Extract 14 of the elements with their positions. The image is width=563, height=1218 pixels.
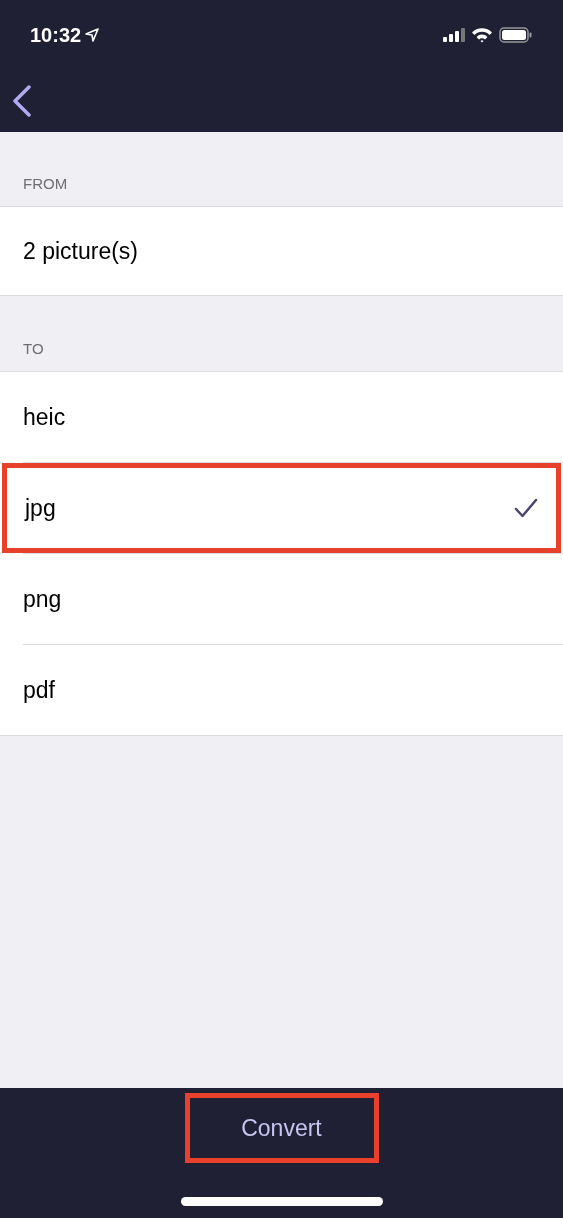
- convert-button[interactable]: Convert: [184, 1093, 379, 1163]
- format-option[interactable]: heic: [0, 372, 563, 462]
- format-option[interactable]: png: [0, 554, 563, 644]
- wifi-icon: [471, 27, 493, 43]
- section-header: FROM: [22, 174, 69, 194]
- section-header: TO: [22, 339, 45, 359]
- location-icon: [85, 28, 100, 42]
- signal-icon: [443, 28, 465, 42]
- battery-icon: [499, 27, 533, 43]
- source-value: 2 picture(s): [23, 236, 139, 266]
- format-option[interactable]: jpg: [2, 463, 561, 553]
- format-option[interactable]: pdf: [0, 645, 563, 735]
- status-time: 10:32: [30, 23, 82, 48]
- checkmark-icon: [514, 498, 538, 518]
